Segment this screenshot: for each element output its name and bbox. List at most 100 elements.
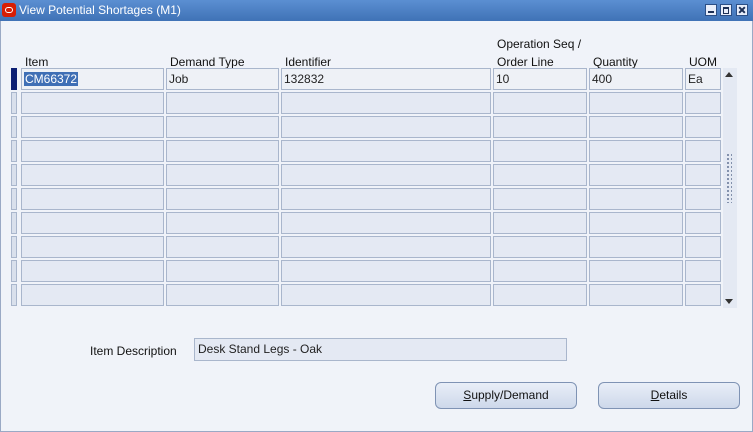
cell-operation-seq[interactable] bbox=[493, 284, 587, 306]
cell-quantity[interactable]: 400 bbox=[589, 68, 683, 90]
cell-demand-type[interactable] bbox=[166, 260, 279, 282]
cell-identifier[interactable]: 132832 bbox=[281, 68, 491, 90]
cell-uom[interactable] bbox=[685, 236, 721, 258]
table-row[interactable] bbox=[11, 260, 721, 282]
cell-uom[interactable] bbox=[685, 188, 721, 210]
cell-uom[interactable]: Ea bbox=[685, 68, 721, 90]
details-button[interactable]: Details bbox=[598, 382, 740, 409]
cell-quantity[interactable] bbox=[589, 260, 683, 282]
cell-identifier[interactable] bbox=[281, 116, 491, 138]
cell-quantity[interactable] bbox=[589, 92, 683, 114]
cell-item[interactable]: CM66372 bbox=[21, 68, 164, 90]
cell-operation-seq[interactable] bbox=[493, 140, 587, 162]
cell-uom[interactable] bbox=[685, 284, 721, 306]
record-indicator[interactable] bbox=[11, 260, 17, 282]
cell-item[interactable] bbox=[21, 236, 164, 258]
cell-demand-type[interactable] bbox=[166, 236, 279, 258]
cell-quantity[interactable] bbox=[589, 164, 683, 186]
cell-identifier[interactable] bbox=[281, 212, 491, 234]
header-uom: UOM bbox=[689, 55, 717, 69]
item-description-field[interactable]: Desk Stand Legs - Oak bbox=[194, 338, 567, 361]
record-indicator[interactable] bbox=[11, 140, 17, 162]
record-indicator[interactable] bbox=[11, 164, 17, 186]
table-row[interactable] bbox=[11, 212, 721, 234]
cell-operation-seq[interactable] bbox=[493, 164, 587, 186]
minimize-icon[interactable] bbox=[705, 4, 717, 16]
cell-demand-type[interactable] bbox=[166, 140, 279, 162]
shortages-table: CM66372 Job 132832 10 400 Ea bbox=[11, 68, 721, 308]
cell-uom[interactable] bbox=[685, 140, 721, 162]
scroll-up-arrow-icon[interactable] bbox=[725, 72, 733, 77]
cell-item[interactable] bbox=[21, 284, 164, 306]
title-bar: View Potential Shortages (M1) bbox=[0, 0, 753, 21]
cell-demand-type[interactable] bbox=[166, 164, 279, 186]
cell-item[interactable] bbox=[21, 212, 164, 234]
cell-quantity[interactable] bbox=[589, 140, 683, 162]
cell-item[interactable] bbox=[21, 188, 164, 210]
table-row[interactable] bbox=[11, 116, 721, 138]
cell-operation-seq[interactable] bbox=[493, 212, 587, 234]
cell-quantity[interactable] bbox=[589, 188, 683, 210]
item-description-label: Item Description bbox=[90, 344, 177, 358]
cell-item[interactable] bbox=[21, 164, 164, 186]
cell-operation-seq[interactable] bbox=[493, 116, 587, 138]
header-operation-seq: Operation Seq / Order Line bbox=[497, 35, 581, 71]
header-operation-seq-line1: Operation Seq / bbox=[497, 37, 582, 51]
cell-operation-seq[interactable] bbox=[493, 92, 587, 114]
cell-item[interactable] bbox=[21, 92, 164, 114]
cell-uom[interactable] bbox=[685, 92, 721, 114]
supply-demand-button[interactable]: Supply/Demand bbox=[435, 382, 577, 409]
cell-identifier[interactable] bbox=[281, 284, 491, 306]
cell-operation-seq[interactable] bbox=[493, 236, 587, 258]
cell-uom[interactable] bbox=[685, 212, 721, 234]
cell-identifier[interactable] bbox=[281, 260, 491, 282]
cell-identifier[interactable] bbox=[281, 164, 491, 186]
cell-quantity[interactable] bbox=[589, 212, 683, 234]
cell-operation-seq[interactable] bbox=[493, 188, 587, 210]
cell-identifier[interactable] bbox=[281, 92, 491, 114]
cell-operation-seq[interactable]: 10 bbox=[493, 68, 587, 90]
table-row[interactable] bbox=[11, 236, 721, 258]
oracle-logo-icon bbox=[2, 3, 16, 17]
cell-quantity[interactable] bbox=[589, 284, 683, 306]
current-record-indicator[interactable] bbox=[11, 68, 17, 90]
cell-uom[interactable] bbox=[685, 116, 721, 138]
window-title: View Potential Shortages (M1) bbox=[19, 3, 181, 17]
scroll-down-arrow-icon[interactable] bbox=[725, 299, 733, 304]
cell-identifier[interactable] bbox=[281, 188, 491, 210]
record-indicator[interactable] bbox=[11, 92, 17, 114]
header-item: Item bbox=[25, 55, 49, 69]
cell-demand-type[interactable] bbox=[166, 116, 279, 138]
cell-quantity[interactable] bbox=[589, 236, 683, 258]
record-indicator[interactable] bbox=[11, 116, 17, 138]
cell-quantity[interactable] bbox=[589, 116, 683, 138]
record-indicator[interactable] bbox=[11, 236, 17, 258]
scroll-thumb[interactable] bbox=[726, 153, 732, 203]
table-scrollbar[interactable] bbox=[723, 68, 737, 308]
cell-item[interactable] bbox=[21, 140, 164, 162]
cell-identifier[interactable] bbox=[281, 140, 491, 162]
record-indicator[interactable] bbox=[11, 188, 17, 210]
cell-identifier[interactable] bbox=[281, 236, 491, 258]
cell-uom[interactable] bbox=[685, 260, 721, 282]
record-indicator[interactable] bbox=[11, 212, 17, 234]
table-row[interactable] bbox=[11, 140, 721, 162]
table-row[interactable] bbox=[11, 92, 721, 114]
cell-uom[interactable] bbox=[685, 164, 721, 186]
maximize-icon[interactable] bbox=[720, 4, 732, 16]
cell-item[interactable] bbox=[21, 260, 164, 282]
cell-item[interactable] bbox=[21, 116, 164, 138]
table-row[interactable]: CM66372 Job 132832 10 400 Ea bbox=[11, 68, 721, 90]
cell-demand-type[interactable] bbox=[166, 188, 279, 210]
cell-operation-seq[interactable] bbox=[493, 260, 587, 282]
cell-demand-type[interactable] bbox=[166, 284, 279, 306]
close-icon[interactable] bbox=[736, 4, 748, 16]
cell-demand-type[interactable] bbox=[166, 212, 279, 234]
table-row[interactable] bbox=[11, 164, 721, 186]
record-indicator[interactable] bbox=[11, 284, 17, 306]
cell-demand-type[interactable] bbox=[166, 92, 279, 114]
cell-item-text: CM66372 bbox=[24, 72, 79, 86]
table-row[interactable] bbox=[11, 188, 721, 210]
table-row[interactable] bbox=[11, 284, 721, 306]
cell-demand-type[interactable]: Job bbox=[166, 68, 279, 90]
